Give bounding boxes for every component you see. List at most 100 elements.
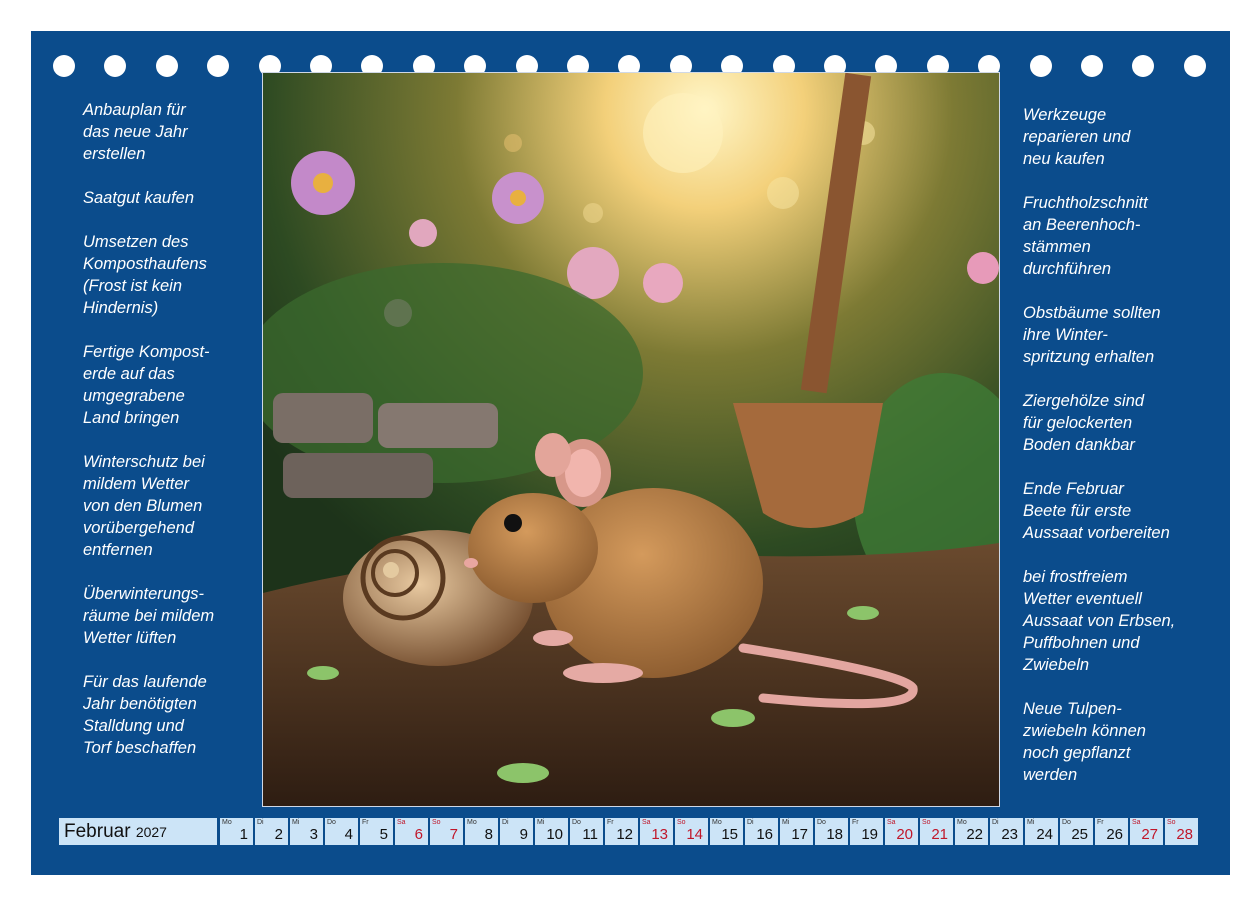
day-cell: Sa 6 (395, 818, 428, 845)
day-cell: Sa 20 (885, 818, 918, 845)
binding-hole (1081, 55, 1103, 77)
day-number: 4 (344, 826, 353, 843)
day-cell: Mi 10 (535, 818, 568, 845)
day-number: 22 (966, 826, 983, 843)
garden-task-note: Anbauplan für das neue Jahr erstellen (83, 101, 188, 163)
day-number: 5 (379, 826, 388, 843)
day-number: 18 (826, 826, 843, 843)
day-cell: Sa 27 (1130, 818, 1163, 845)
garden-task-note: Fruchtholzschnitt an Beerenhoch- stämmen… (1023, 194, 1148, 278)
mouse-snail-photo (262, 72, 1000, 807)
garden-task-note: Ende Februar Beete für erste Aussaat vor… (1023, 480, 1170, 542)
weekday-label: Fr (362, 819, 369, 826)
weekday-label: Do (327, 819, 336, 826)
day-cell: Fr 19 (850, 818, 883, 845)
binding-hole (53, 55, 75, 77)
garden-task-note: Fertige Kompost- erde auf das umgegraben… (83, 343, 210, 427)
weekday-label: Mo (467, 819, 477, 826)
garden-task-note: Werkzeuge reparieren und neu kaufen (1023, 106, 1131, 168)
weekday-label: Mo (712, 819, 722, 826)
day-number: 9 (519, 826, 528, 843)
day-cell: Do 25 (1060, 818, 1093, 845)
binding-hole (104, 55, 127, 77)
day-number: 15 (721, 826, 738, 843)
garden-illustration (263, 73, 999, 806)
month-name: Februar (64, 821, 131, 842)
day-cell: Mo 22 (955, 818, 988, 845)
day-cell: Mi 24 (1025, 818, 1058, 845)
garden-task-note: Obstbäume sollten ihre Winter- spritzung… (1023, 304, 1161, 366)
weekday-label: So (1167, 819, 1176, 826)
garden-tasks-left: Anbauplan für das neue Jahr erstellen Saa… (83, 99, 248, 781)
day-cell: Fr 26 (1095, 818, 1128, 845)
binding-hole (207, 55, 230, 77)
day-cell: So 28 (1165, 818, 1198, 845)
day-cell: Di 2 (255, 818, 288, 845)
day-cell: So 14 (675, 818, 708, 845)
day-cell: Sa 13 (640, 818, 673, 845)
day-cell: Mo 15 (710, 818, 743, 845)
day-cell: Di 9 (500, 818, 533, 845)
weekday-label: So (677, 819, 686, 826)
weekday-label: Sa (642, 819, 651, 826)
day-number: 28 (1176, 826, 1193, 843)
day-number: 3 (309, 826, 318, 843)
binding-hole (1029, 55, 1052, 77)
day-cell: Mi 17 (780, 818, 813, 845)
garden-task-note: Neue Tulpen- zwiebeln können noch gepfla… (1023, 700, 1146, 784)
garden-task-note: Für das laufende Jahr benötigten Stalldu… (83, 673, 207, 757)
day-cell: Do 11 (570, 818, 603, 845)
day-number: 8 (484, 826, 493, 843)
weekday-label: Mi (1027, 819, 1035, 826)
day-number: 11 (582, 826, 598, 843)
weekday-label: Mo (222, 819, 232, 826)
weekday-label: Fr (607, 819, 614, 826)
day-number: 2 (274, 826, 283, 843)
month-label: Februar 2027 (59, 818, 217, 845)
weekday-label: Do (817, 819, 826, 826)
day-number: 27 (1141, 826, 1158, 843)
day-number: 1 (239, 826, 248, 843)
calendar-page: Anbauplan für das neue Jahr erstellen Saa… (31, 31, 1230, 875)
binding-hole (1132, 55, 1155, 77)
day-number: 23 (1001, 826, 1018, 843)
binding-hole (155, 55, 178, 77)
weekday-label: So (922, 819, 931, 826)
day-cell: Mo 8 (465, 818, 498, 845)
day-cell: Fr 12 (605, 818, 638, 845)
weekday-label: Di (747, 819, 754, 826)
garden-tasks-right: Werkzeuge reparieren und neu kaufen Fruch… (1023, 104, 1218, 808)
day-number: 21 (931, 826, 948, 843)
garden-task-note: Winterschutz bei mildem Wetter von den B… (83, 453, 205, 559)
day-number: 24 (1036, 826, 1053, 843)
garden-task-note: Überwinterungs- räume bei mildem Wetter … (83, 585, 215, 647)
weekday-label: Mi (292, 819, 300, 826)
garden-task-note: Saatgut kaufen (83, 189, 195, 207)
weekday-label: Di (992, 819, 999, 826)
weekday-label: Mi (537, 819, 545, 826)
day-number: 26 (1106, 826, 1123, 843)
day-cell: Mi 3 (290, 818, 323, 845)
day-cell: So 21 (920, 818, 953, 845)
garden-task-note: Ziergehölze sind für gelockerten Boden d… (1023, 392, 1145, 454)
day-cell: So 7 (430, 818, 463, 845)
day-number: 6 (414, 826, 423, 843)
day-cell: Di 23 (990, 818, 1023, 845)
weekday-label: So (432, 819, 441, 826)
day-number: 16 (756, 826, 773, 843)
weekday-label: Sa (887, 819, 896, 826)
day-cell: Mo 1 (220, 818, 253, 845)
day-cell: Do 4 (325, 818, 358, 845)
weekday-label: Mo (957, 819, 967, 826)
weekday-label: Sa (397, 819, 406, 826)
day-cell: Fr 5 (360, 818, 393, 845)
weekday-label: Do (572, 819, 581, 826)
day-number: 7 (449, 826, 458, 843)
day-number: 20 (896, 826, 913, 843)
weekday-label: Sa (1132, 819, 1141, 826)
weekday-label: Fr (852, 819, 859, 826)
weekday-label: Mi (782, 819, 790, 826)
weekday-label: Fr (1097, 819, 1104, 826)
garden-task-note: bei frostfreiem Wetter eventuell Aussaat… (1023, 568, 1176, 674)
weekday-label: Di (257, 819, 264, 826)
